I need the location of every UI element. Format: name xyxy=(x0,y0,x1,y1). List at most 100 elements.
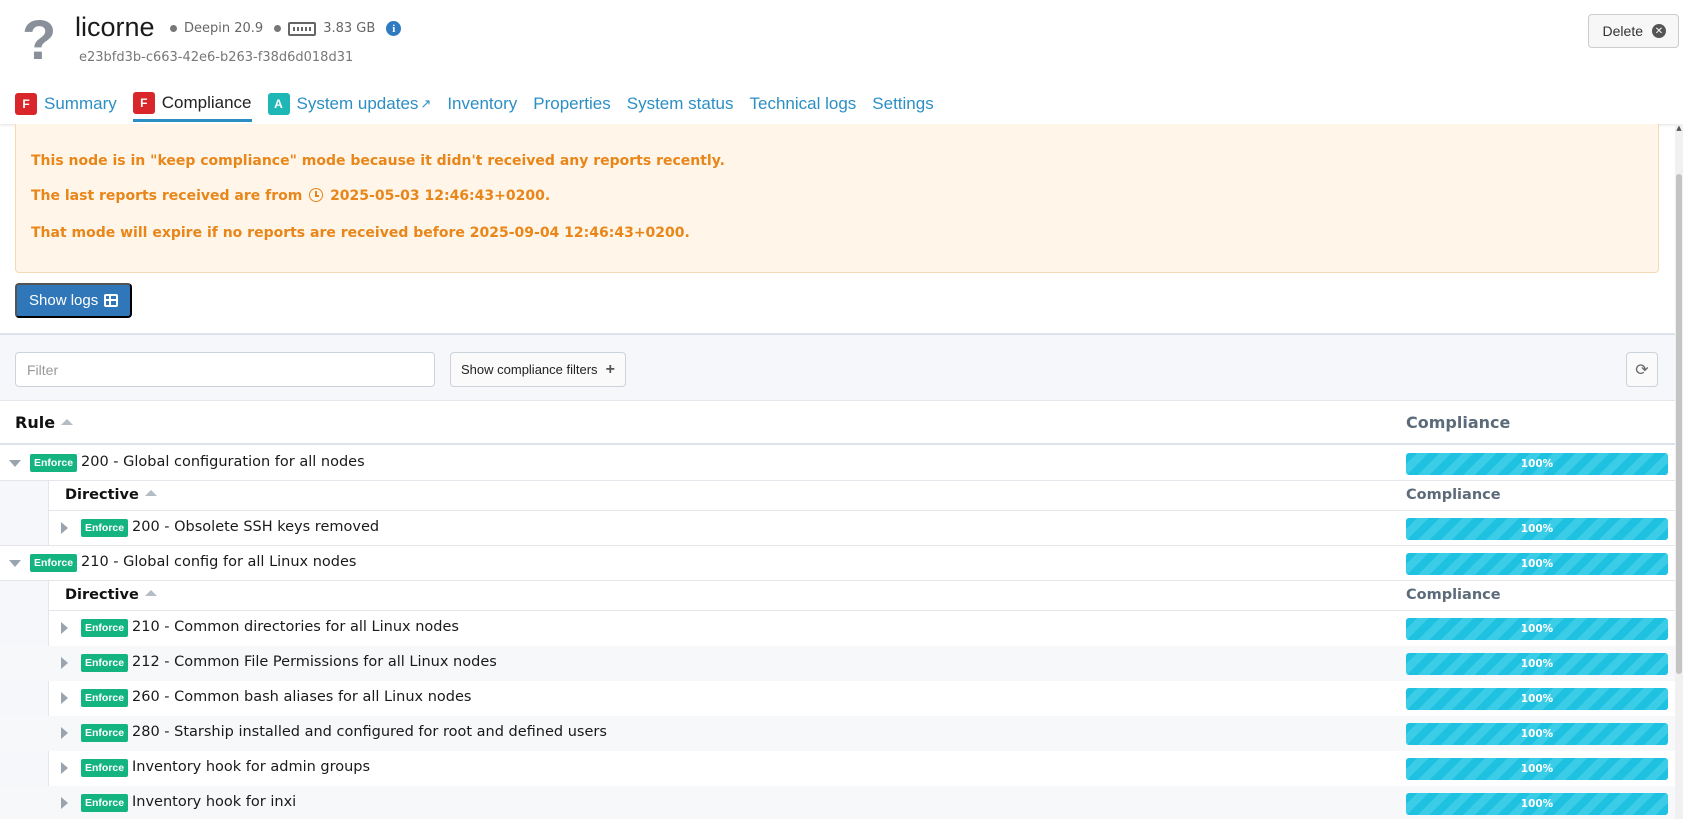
enforce-badge: Enforce xyxy=(81,759,129,777)
warning-line-2: The last reports received are from 2025-… xyxy=(31,188,550,204)
compliance-bar: 100% xyxy=(1406,688,1668,710)
list-item[interactable]: Enforce Inventory hook for inxi 100% xyxy=(0,786,1675,819)
caret-right-icon[interactable] xyxy=(61,622,68,634)
rule-name[interactable]: 210 - Global config for all Linux nodes xyxy=(81,554,357,570)
compliance-filters-label: Show compliance filters xyxy=(461,362,598,377)
directive-column-header[interactable]: Directive xyxy=(65,587,157,603)
compliance-bar: 100% xyxy=(1406,653,1668,675)
warning-line-1: This node is in "keep compliance" mode b… xyxy=(31,153,725,169)
list-item[interactable]: Enforce 280 - Starship installed and con… xyxy=(0,716,1675,751)
rule-column-header[interactable]: Rule xyxy=(15,413,74,432)
plus-icon: + xyxy=(605,360,615,378)
list-item[interactable]: Enforce 200 - Obsolete SSH keys removed … xyxy=(0,511,1675,546)
table-row[interactable]: Enforce 200 - Global configuration for a… xyxy=(0,446,1675,481)
list-item[interactable]: Enforce 210 - Common directories for all… xyxy=(0,611,1675,646)
tab-compliance[interactable]: F Compliance xyxy=(132,86,252,122)
show-logs-button[interactable]: Show logs xyxy=(15,283,133,318)
scroll-thumb[interactable] xyxy=(1676,174,1682,674)
directive-name[interactable]: 210 - Common directories for all Linux n… xyxy=(132,619,459,635)
tab-label: System status xyxy=(626,94,734,113)
tab-inventory[interactable]: Inventory xyxy=(447,86,517,122)
show-logs-label: Show logs xyxy=(29,292,99,309)
compliance-bar: 100% xyxy=(1406,518,1668,540)
directive-column-header[interactable]: Directive xyxy=(65,487,157,503)
caret-right-icon[interactable] xyxy=(61,522,68,534)
node-ram: 3.83 GB xyxy=(323,21,376,36)
tab-summary[interactable]: F Summary xyxy=(15,86,117,122)
directive-compliance-header[interactable]: Compliance xyxy=(1406,487,1501,503)
close-circle-icon: ✕ xyxy=(1652,24,1666,38)
sort-asc-icon xyxy=(61,419,74,425)
tab-label: Technical logs xyxy=(749,94,857,113)
tab-system-updates[interactable]: A System updates ↗ xyxy=(267,86,432,122)
node-meta: Deepin 20.9 3.83 GB i xyxy=(170,21,402,36)
delete-button-label: Delete xyxy=(1602,23,1643,39)
refresh-icon: ⟳ xyxy=(1635,361,1649,379)
tab-label: Properties xyxy=(533,94,611,113)
tab-score-badge: A xyxy=(267,93,290,115)
delete-button[interactable]: Delete ✕ xyxy=(1587,14,1679,48)
caret-down-icon[interactable] xyxy=(9,460,21,467)
scrollbar[interactable] xyxy=(1675,124,1683,819)
rule-name[interactable]: 200 - Global configuration for all nodes xyxy=(81,454,365,470)
tab-label: Compliance xyxy=(161,92,252,112)
directive-compliance-header[interactable]: Compliance xyxy=(1406,587,1501,603)
external-link-icon: ↗ xyxy=(420,96,432,111)
rule-header-label: Rule xyxy=(15,413,56,432)
info-icon[interactable]: i xyxy=(386,21,402,36)
directive-section: Directive Compliance xyxy=(49,581,1675,611)
directive-name[interactable]: Inventory hook for inxi xyxy=(132,794,296,810)
caret-right-icon[interactable] xyxy=(61,727,68,739)
tab-score-badge: F xyxy=(132,91,155,114)
directive-name[interactable]: Inventory hook for admin groups xyxy=(132,759,370,775)
caret-right-icon[interactable] xyxy=(61,657,68,669)
tab-score-badge: F xyxy=(15,93,37,115)
node-uuid: e23bfd3b-c663-42e6-b263-f38d6d018d31 xyxy=(79,50,354,65)
show-compliance-filters-button[interactable]: Show compliance filters + xyxy=(450,352,626,387)
compliance-bar: 100% xyxy=(1406,793,1668,815)
compliance-bar: 100% xyxy=(1406,758,1668,780)
tab-system-status[interactable]: System status xyxy=(627,86,734,122)
directive-name[interactable]: 280 - Starship installed and configured … xyxy=(132,724,607,740)
refresh-button[interactable]: ⟳ xyxy=(1626,352,1658,387)
ram-icon xyxy=(288,21,317,36)
tab-label: Summary xyxy=(44,94,117,113)
app-root: ? licorne Deepin 20.9 3.83 GB i e23bfd3b… xyxy=(0,0,1683,819)
scroll-up-arrow-icon[interactable]: ▲ xyxy=(1675,124,1683,132)
enforce-badge: Enforce xyxy=(30,454,78,472)
compliance-column-header[interactable]: Compliance xyxy=(1406,413,1510,432)
clock-icon xyxy=(309,188,324,202)
directive-name[interactable]: 260 - Common bash aliases for all Linux … xyxy=(132,689,471,705)
list-item[interactable]: Enforce 260 - Common bash aliases for al… xyxy=(0,681,1675,716)
caret-down-icon[interactable] xyxy=(9,560,21,567)
enforce-badge: Enforce xyxy=(81,724,129,742)
enforce-badge: Enforce xyxy=(81,619,129,637)
filter-bar: Show compliance filters + ⟳ xyxy=(0,333,1683,401)
directive-name[interactable]: 212 - Common File Permissions for all Li… xyxy=(132,654,497,670)
list-item[interactable]: Enforce 212 - Common File Permissions fo… xyxy=(0,646,1675,681)
tab-label: Settings xyxy=(872,94,934,113)
dot-separator-icon xyxy=(170,25,177,32)
warning-line-2-suffix: . xyxy=(544,188,551,204)
enforce-badge: Enforce xyxy=(81,689,129,707)
caret-right-icon[interactable] xyxy=(61,692,68,704)
tab-settings[interactable]: Settings xyxy=(872,86,933,122)
directive-name[interactable]: 200 - Obsolete SSH keys removed xyxy=(132,519,379,535)
enforce-badge: Enforce xyxy=(30,554,78,572)
caret-right-icon[interactable] xyxy=(61,797,68,809)
table-row[interactable]: Enforce 210 - Global config for all Linu… xyxy=(0,546,1675,581)
sort-asc-icon xyxy=(144,490,157,496)
filter-input[interactable] xyxy=(15,352,435,387)
compliance-bar: 100% xyxy=(1406,553,1668,575)
compliance-bar: 100% xyxy=(1406,453,1668,475)
node-os: Deepin 20.9 xyxy=(184,21,264,36)
compliance-bar: 100% xyxy=(1406,618,1668,640)
caret-right-icon[interactable] xyxy=(61,762,68,774)
directive-header-label: Directive xyxy=(65,587,139,603)
list-item[interactable]: Enforce Inventory hook for admin groups … xyxy=(0,751,1675,786)
tab-technical-logs[interactable]: Technical logs xyxy=(750,86,857,122)
tab-properties[interactable]: Properties xyxy=(533,86,610,122)
unknown-os-icon: ? xyxy=(22,8,57,71)
directive-table-header: Directive Compliance xyxy=(49,581,1675,611)
warning-line-3: That mode will expire if no reports are … xyxy=(31,225,690,241)
